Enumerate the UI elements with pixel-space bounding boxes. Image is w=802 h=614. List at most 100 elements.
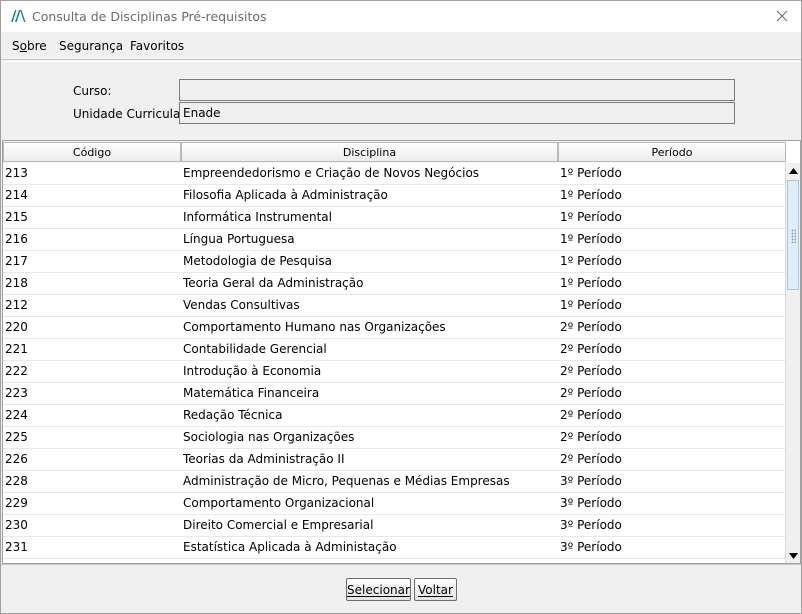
header-codigo[interactable]: Código <box>3 142 181 162</box>
table-row[interactable]: 215 Informática Instrumental 1º Período <box>3 207 786 229</box>
table-row[interactable]: 222 Introdução à Economia 2º Período <box>3 361 786 383</box>
cell-periodo: 2º Período <box>560 320 622 334</box>
cell-disciplina: Comportamento Organizacional <box>183 496 375 510</box>
cell-disciplina: Contabilidade Gerencial <box>183 342 327 356</box>
cell-disciplina: Vendas Consultivas <box>183 298 300 312</box>
cell-periodo: 3º Período <box>560 518 622 532</box>
voltar-label: Voltar <box>418 582 453 597</box>
cell-periodo: 1º Período <box>560 166 622 180</box>
cell-codigo: 231 <box>5 540 28 554</box>
cell-codigo: 221 <box>5 342 28 356</box>
cell-disciplina: Língua Portuguesa <box>183 232 295 246</box>
cell-periodo: 2º Período <box>560 342 622 356</box>
close-icon <box>776 10 788 22</box>
table-body: 213 Empreendedorismo e Criação de Novos N… <box>3 163 786 559</box>
cell-disciplina: Teoria Geral da Administração <box>183 276 364 290</box>
cell-periodo: 2º Período <box>560 452 622 466</box>
cell-disciplina: Administração de Micro, Pequenas e Média… <box>183 474 510 488</box>
table-row[interactable]: 226 Teorias da Administração II 2º Período <box>3 449 786 471</box>
app-logo-icon <box>11 10 26 22</box>
cell-periodo: 2º Período <box>560 430 622 444</box>
menu-bar: Sobre Segurança Favoritos <box>1 32 801 60</box>
cell-disciplina: Estatística Aplicada à Administação <box>183 540 397 554</box>
cell-disciplina: Informática Instrumental <box>183 210 332 224</box>
close-button[interactable] <box>769 4 795 28</box>
table-row[interactable]: 213 Empreendedorismo e Criação de Novos N… <box>3 163 786 185</box>
table-row[interactable]: 214 Filosofia Aplicada à Administração 1º … <box>3 185 786 207</box>
menu-sobre[interactable]: Sobre <box>12 39 47 53</box>
cell-disciplina: Comportamento Humano nas Organizações <box>183 320 446 334</box>
cell-codigo: 224 <box>5 408 28 422</box>
scrollbar-thumb[interactable] <box>787 180 799 290</box>
cell-periodo: 2º Período <box>560 408 622 422</box>
cell-periodo: 1º Período <box>560 276 622 290</box>
cell-periodo: 1º Período <box>560 210 622 224</box>
unidade-curricular-field[interactable]: Enade <box>179 102 735 124</box>
selecionar-button[interactable]: Selecionar <box>346 578 411 601</box>
cell-disciplina: Sociologia nas Organizações <box>183 430 355 444</box>
menu-favoritos[interactable]: Favoritos <box>130 39 184 53</box>
table-row[interactable]: 230 Direito Comercial e Empresarial 3º Per… <box>3 515 786 537</box>
cell-codigo: 222 <box>5 364 28 378</box>
cell-codigo: 212 <box>5 298 28 312</box>
vertical-scrollbar[interactable] <box>785 163 800 563</box>
cell-codigo: 220 <box>5 320 28 334</box>
cell-disciplina: Redação Técnica <box>183 408 283 422</box>
cell-codigo: 223 <box>5 386 28 400</box>
cell-disciplina: Direito Comercial e Empresarial <box>183 518 374 532</box>
disciplinas-table: Código Disciplina Período 213 Empreendedo… <box>2 140 801 564</box>
header-periodo[interactable]: Período <box>558 142 786 162</box>
table-row[interactable]: 221 Contabilidade Gerencial 2º Período <box>3 339 786 361</box>
cell-codigo: 226 <box>5 452 28 466</box>
header-disciplina[interactable]: Disciplina <box>181 142 558 162</box>
table-row[interactable]: 212 Vendas Consultivas 1º Período <box>3 295 786 317</box>
cell-codigo: 225 <box>5 430 28 444</box>
cell-periodo: 3º Período <box>560 540 622 554</box>
scroll-down-button[interactable] <box>786 548 800 563</box>
table-row[interactable]: 223 Matemática Financeira 2º Período <box>3 383 786 405</box>
cell-periodo: 2º Período <box>560 386 622 400</box>
cell-codigo: 216 <box>5 232 28 246</box>
table-row[interactable]: 220 Comportamento Humano nas Organizações… <box>3 317 786 339</box>
scroll-up-button[interactable] <box>786 163 800 178</box>
title-bar: Consulta de Disciplinas Pré-requisitos <box>1 1 801 32</box>
cell-periodo: 1º Período <box>560 232 622 246</box>
cell-periodo: 1º Período <box>560 254 622 268</box>
cell-disciplina: Introdução à Economia <box>183 364 322 378</box>
unidade-curricular-label: Unidade Curricular: <box>73 107 190 121</box>
table-row[interactable]: 224 Redação Técnica 2º Período <box>3 405 786 427</box>
main-window: Consulta de Disciplinas Pré-requisitos S… <box>0 0 802 614</box>
table-row[interactable]: 231 Estatística Aplicada à Administação 3º… <box>3 537 786 559</box>
selecionar-label: Selecionar <box>347 582 410 597</box>
voltar-button[interactable]: Voltar <box>414 578 457 601</box>
cell-disciplina: Filosofia Aplicada à Administração <box>183 188 388 202</box>
table-row[interactable]: 225 Sociologia nas Organizações 2º Período <box>3 427 786 449</box>
table-row[interactable]: 218 Teoria Geral da Administração 1º Perío… <box>3 273 786 295</box>
cell-periodo: 3º Período <box>560 496 622 510</box>
cell-codigo: 218 <box>5 276 28 290</box>
cell-codigo: 229 <box>5 496 28 510</box>
cell-codigo: 217 <box>5 254 28 268</box>
cell-disciplina: Metodologia de Pesquisa <box>183 254 332 268</box>
table-row[interactable]: 228 Administração de Micro, Pequenas e Mé… <box>3 471 786 493</box>
cell-disciplina: Empreendedorismo e Criação de Novos Negó… <box>183 166 480 180</box>
menu-seguranca[interactable]: Segurança <box>59 39 123 53</box>
table-row[interactable]: 216 Língua Portuguesa 1º Período <box>3 229 786 251</box>
footer-bar: Selecionar Voltar <box>1 564 801 613</box>
window-title: Consulta de Disciplinas Pré-requisitos <box>32 9 267 24</box>
table-row[interactable]: 229 Comportamento Organizacional 3º Períod… <box>3 493 786 515</box>
cell-codigo: 230 <box>5 518 28 532</box>
cell-codigo: 215 <box>5 210 28 224</box>
scroll-up-icon <box>789 167 798 174</box>
cell-disciplina: Teorias da Administração II <box>183 452 345 466</box>
table-header: Código Disciplina Período <box>3 141 786 163</box>
filter-form: Curso: Unidade Curricular: Enade <box>1 61 801 139</box>
scrollbar-grip <box>791 229 796 243</box>
cell-periodo: 3º Período <box>560 474 622 488</box>
cell-codigo: 228 <box>5 474 28 488</box>
table-row[interactable]: 217 Metodologia de Pesquisa 1º Período <box>3 251 786 273</box>
cell-codigo: 214 <box>5 188 28 202</box>
cell-periodo: 1º Período <box>560 188 622 202</box>
curso-field[interactable] <box>179 79 735 101</box>
curso-label: Curso: <box>73 84 112 98</box>
